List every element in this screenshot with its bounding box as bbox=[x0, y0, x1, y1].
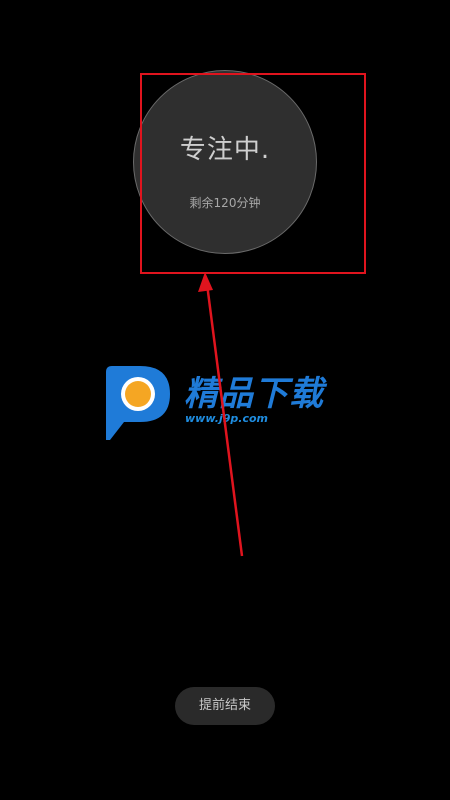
watermark-url-text: www.j9p.com bbox=[185, 412, 268, 425]
watermark-brand-text: 精品下载 bbox=[184, 374, 324, 414]
end-early-button[interactable]: 提前结束 bbox=[175, 687, 275, 725]
watermark: 精品下载 www.j9p.com bbox=[100, 362, 360, 442]
annotation-highlight-box bbox=[140, 73, 366, 274]
watermark-logo-icon bbox=[106, 366, 170, 440]
focus-screen: 专注中. 剩余120分钟 精品下载 www.j9p.com 提前结束 bbox=[0, 0, 450, 800]
